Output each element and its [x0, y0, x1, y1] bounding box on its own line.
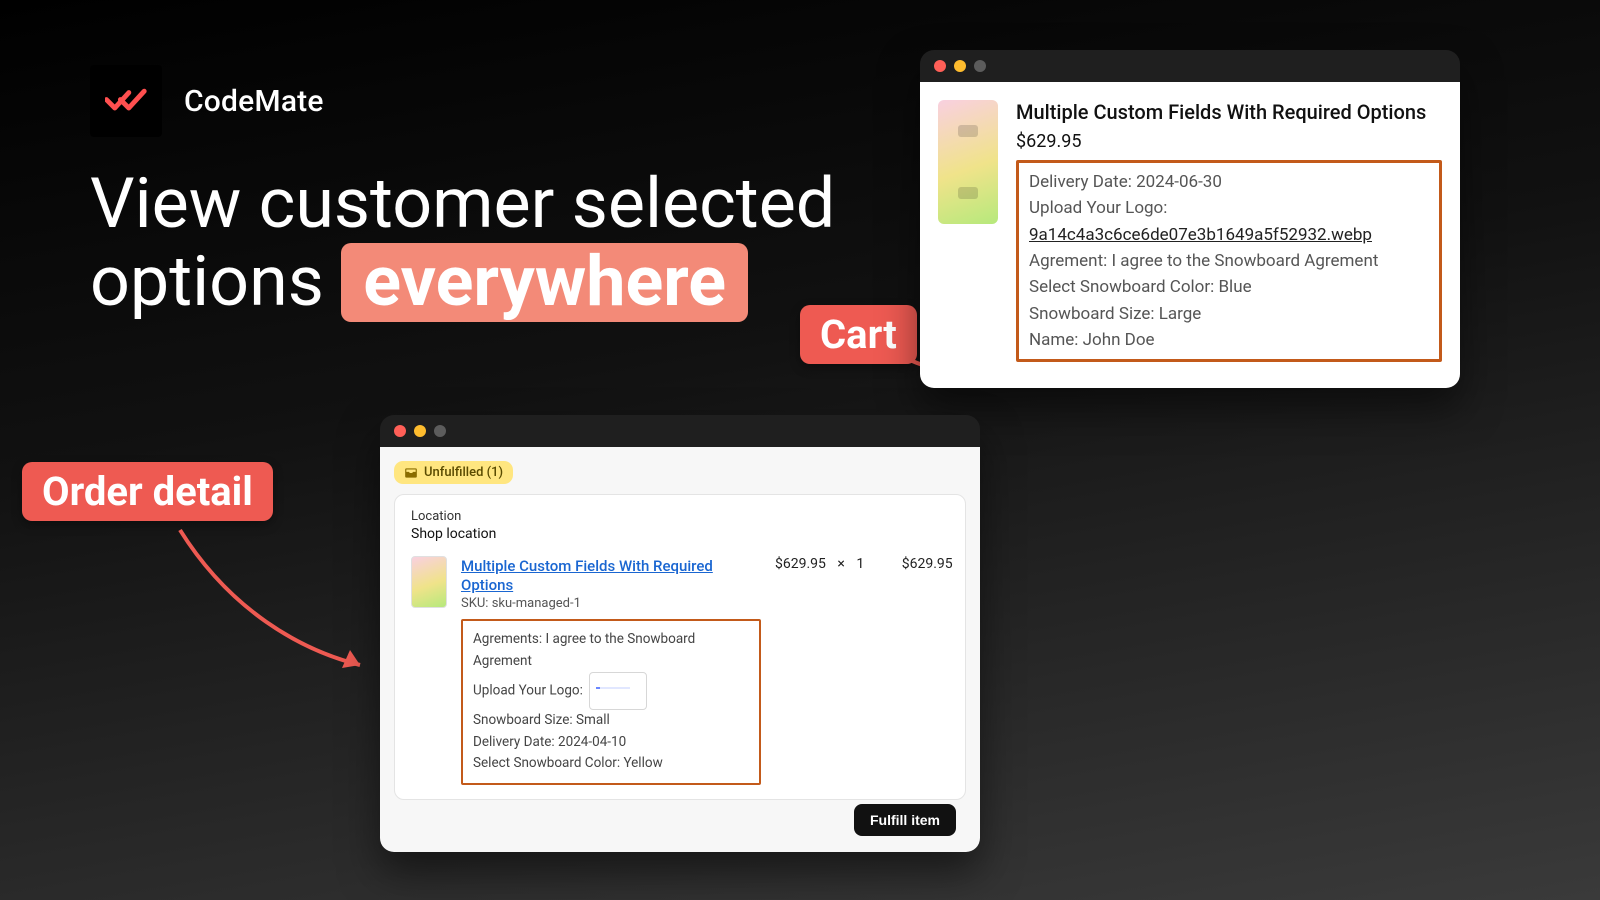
brand: CodeMate	[90, 65, 324, 137]
fulfill-item-button[interactable]: Fulfill item	[854, 804, 956, 836]
opt-value: I agree to the Snowboard Agrement	[1111, 251, 1378, 271]
unit-price: $629.95	[775, 556, 826, 572]
brand-name: CodeMate	[184, 84, 324, 119]
line-total: $629.95	[902, 556, 953, 572]
order-item-thumbnail	[411, 556, 447, 608]
headline-chip: everywhere	[341, 243, 748, 321]
traffic-light-minimize[interactable]	[954, 60, 966, 72]
order-item-options: Agrements: I agree to the Snowboard Agre…	[461, 619, 761, 785]
window-order: Unfulfilled (1) Location Shop location M…	[380, 415, 980, 852]
traffic-light-minimize[interactable]	[414, 425, 426, 437]
location-value: Shop location	[411, 526, 949, 542]
sku-value: sku-managed-1	[492, 596, 581, 611]
cart-item: Multiple Custom Fields With Required Opt…	[938, 100, 1442, 362]
opt-value: Yellow	[623, 755, 662, 771]
opt-label: Select Snowboard Color:	[1029, 277, 1214, 297]
opt-label: Upload Your Logo:	[473, 683, 583, 699]
opt-label: Agrement:	[1029, 251, 1107, 271]
order-item-pricing: $629.95 × 1 $629.95	[775, 556, 953, 785]
cart-item-options: Delivery Date: 2024-06-30 Upload Your Lo…	[1016, 160, 1442, 362]
cart-item-title: Multiple Custom Fields With Required Opt…	[1016, 100, 1442, 125]
window-order-titlebar	[380, 415, 980, 447]
uploaded-file-link[interactable]: 9a14c4a3c6ce6de07e3b1649a5f52932.webp	[1029, 222, 1429, 248]
uploaded-logo-thumbnail	[589, 672, 647, 710]
pill-text: Unfulfilled (1)	[424, 465, 503, 480]
fulfillment-status-pill: Unfulfilled (1)	[394, 461, 513, 484]
callout-order: Order detail	[22, 462, 273, 521]
checkmarks-icon	[105, 87, 147, 115]
window-cart: Multiple Custom Fields With Required Opt…	[920, 50, 1460, 388]
headline-line2-pre: options	[90, 241, 341, 323]
inbox-icon	[404, 466, 418, 480]
opt-label: Upload Your Logo:	[1029, 195, 1429, 221]
order-card: Location Shop location Multiple Custom F…	[394, 494, 966, 800]
callout-cart: Cart	[800, 305, 917, 364]
traffic-light-zoom[interactable]	[434, 425, 446, 437]
traffic-light-zoom[interactable]	[974, 60, 986, 72]
arrow-to-order	[170, 520, 380, 684]
opt-label: Select Snowboard Color:	[473, 755, 620, 771]
arrow-icon	[170, 520, 380, 680]
opt-label: Delivery Date:	[473, 734, 555, 750]
window-cart-titlebar	[920, 50, 1460, 82]
qty-multiply-icon: ×	[837, 556, 844, 572]
brand-logo	[90, 65, 162, 137]
opt-value: Blue	[1218, 277, 1251, 297]
headline-line1: View customer selected	[90, 163, 835, 245]
opt-label: Snowboard Size:	[1029, 304, 1155, 324]
opt-label: Agrements:	[473, 631, 542, 647]
cart-item-thumbnail	[938, 100, 998, 224]
opt-value: 2024-06-30	[1136, 172, 1222, 192]
opt-label: Snowboard Size:	[473, 712, 573, 728]
headline: View customer selected options everywher…	[90, 165, 835, 322]
opt-value: 2024-04-10	[558, 734, 626, 750]
opt-value: Large	[1159, 304, 1202, 324]
cart-item-price: $629.95	[1016, 131, 1442, 152]
traffic-light-close[interactable]	[394, 425, 406, 437]
traffic-light-close[interactable]	[934, 60, 946, 72]
qty: 1	[856, 556, 864, 572]
opt-value: John Doe	[1083, 330, 1155, 350]
opt-value: Small	[576, 712, 610, 728]
opt-label: Delivery Date:	[1029, 172, 1132, 192]
order-line-item: Multiple Custom Fields With Required Opt…	[411, 556, 949, 785]
opt-label: Name:	[1029, 330, 1078, 350]
location-label: Location	[411, 509, 949, 524]
sku-label: SKU:	[461, 596, 488, 611]
order-item-title-link[interactable]: Multiple Custom Fields With Required Opt…	[461, 557, 713, 594]
